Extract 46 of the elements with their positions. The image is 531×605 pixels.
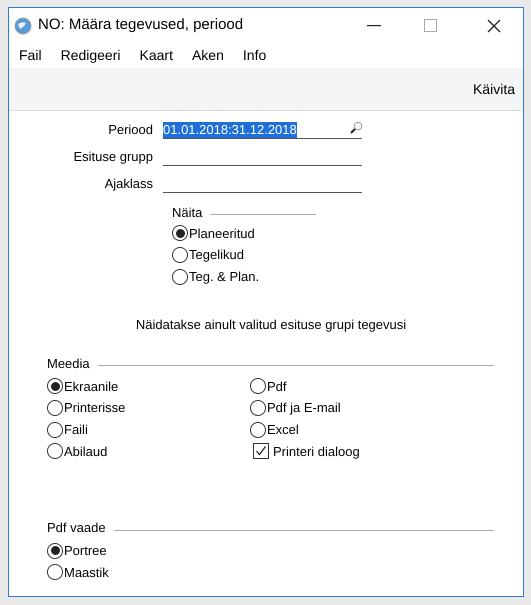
field-value: 01.01.2018:31.12.2018 [163, 122, 297, 138]
group-label: Näita [172, 204, 202, 222]
option-label: Excel [267, 421, 299, 440]
search-icon[interactable] [350, 121, 363, 134]
option-label: Teg. & Plan. [189, 268, 260, 286]
option-label: Printeri dialoog [273, 442, 360, 461]
option-label: Abilaud [64, 442, 108, 461]
field-label: Ajaklass [104, 174, 154, 193]
radio-button[interactable] [47, 400, 63, 416]
option-label: Maastik [64, 564, 109, 582]
option-label: Faili [64, 421, 88, 440]
radio-button[interactable] [172, 268, 188, 285]
radio-button[interactable] [172, 247, 188, 264]
option-label: Tegelikud [189, 246, 244, 264]
menu-item[interactable]: Kaart [140, 45, 173, 66]
option-label: Ekraanile [64, 378, 118, 396]
radio-button[interactable] [47, 564, 63, 580]
checkbox[interactable] [253, 443, 269, 460]
menu-item[interactable]: Fail [19, 45, 42, 66]
group-label: Meedia [47, 355, 90, 374]
radio-button[interactable] [47, 378, 63, 394]
option-label: Pdf ja E-mail [267, 399, 341, 418]
run-button[interactable]: Käivita [470, 78, 517, 100]
window-title: NO: Määra tegevused, periood [38, 15, 244, 36]
app-globe-icon [14, 16, 32, 34]
menu-item[interactable]: Info [242, 45, 266, 66]
minimize-icon[interactable] [367, 24, 381, 26]
radio-button[interactable] [250, 378, 266, 394]
group-label: Pdf vaade [47, 519, 106, 538]
radio-button[interactable] [250, 400, 266, 416]
radio-button[interactable] [47, 542, 63, 559]
field-label: Periood [107, 120, 154, 138]
radio-button[interactable] [47, 422, 63, 438]
radio-button[interactable] [47, 443, 63, 460]
option-label: Pdf [267, 378, 287, 396]
field-label: Esituse grupp [72, 148, 154, 166]
menu-item[interactable]: Redigeeri [60, 45, 120, 66]
option-label: Portree [64, 542, 107, 560]
option-label: Printerisse [64, 399, 126, 418]
close-icon[interactable] [487, 18, 501, 32]
info-text: Näidatakse ainult valitud esituse grupi tegevusi [134, 316, 408, 334]
option-label: Planeeritud [189, 224, 255, 243]
radio-button[interactable] [172, 225, 188, 242]
radio-button[interactable] [250, 422, 266, 438]
input-field[interactable]: 01.01.2018:31.12.2018 [163, 120, 362, 139]
menu-item[interactable]: Aken [192, 45, 224, 66]
